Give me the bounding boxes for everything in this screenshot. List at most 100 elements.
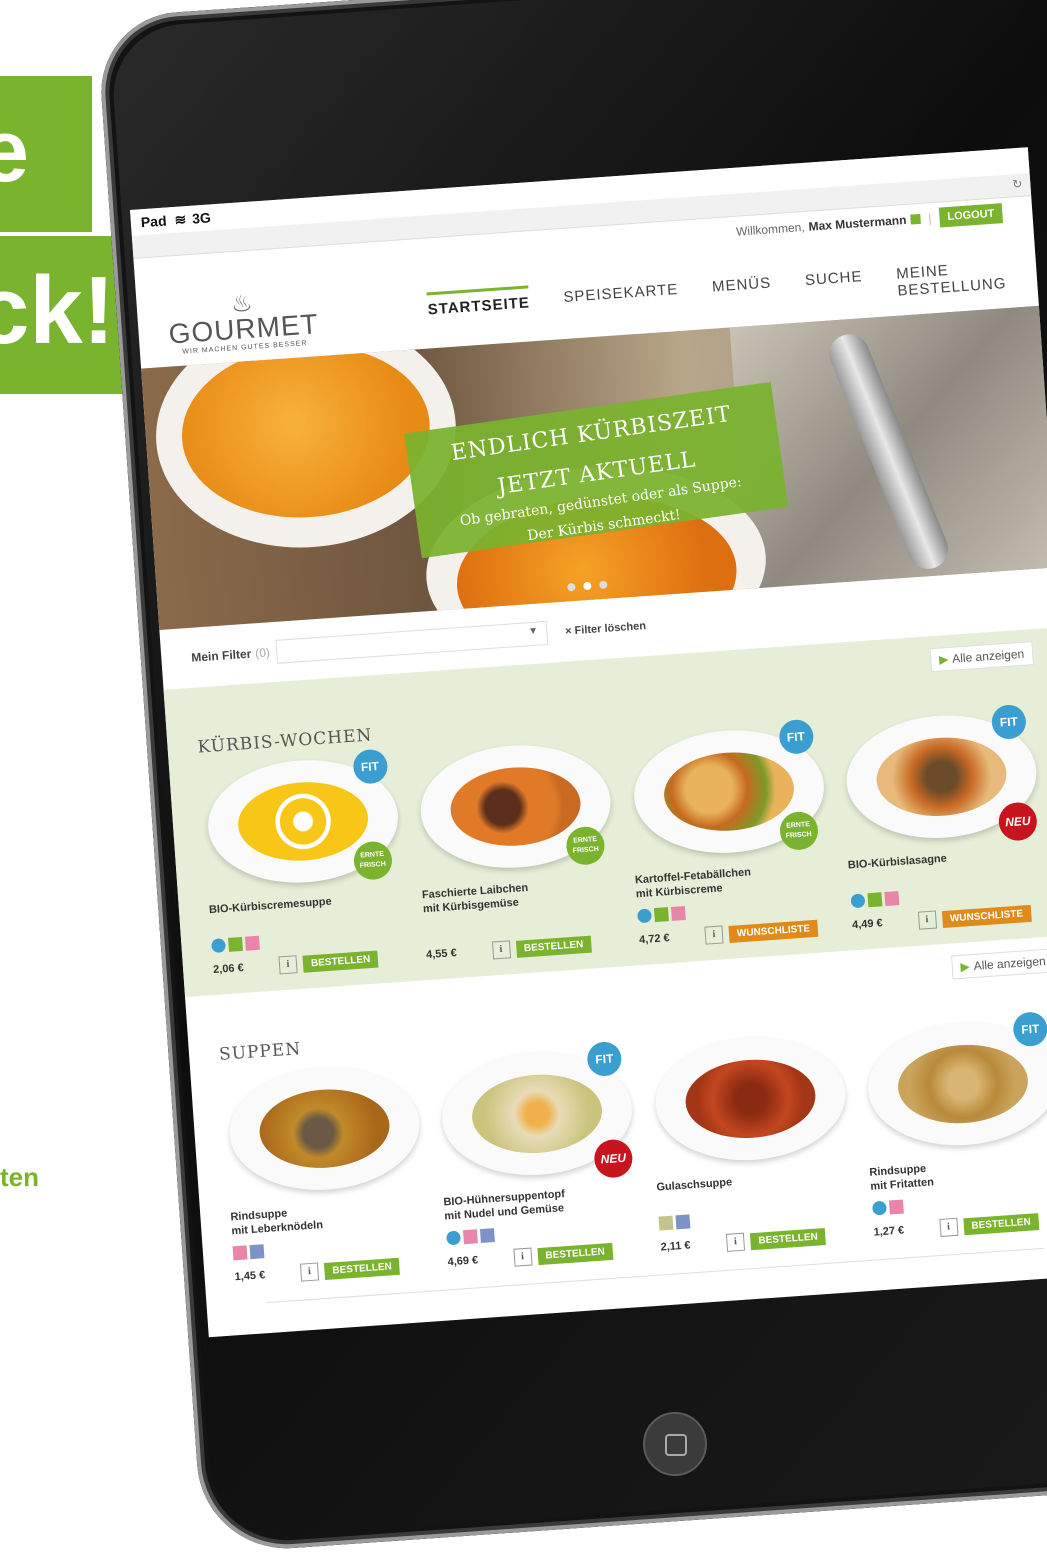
product-price: 1,45 € (234, 1269, 266, 1284)
info-icon[interactable]: i (491, 940, 511, 960)
nav-suche[interactable]: SUCHE (804, 262, 864, 306)
slider-dot[interactable] (599, 580, 608, 590)
nav-menues[interactable]: MENÜS (711, 268, 773, 312)
info-icon[interactable]: i (704, 925, 724, 945)
show-all-label: Alle anzeigen (973, 953, 1047, 973)
home-button[interactable] (643, 1412, 707, 1476)
allergen-icon (675, 1214, 691, 1230)
filter-clear-link[interactable]: × Filter löschen (565, 620, 647, 638)
slider-dot-active[interactable] (583, 581, 592, 591)
allergen-icon (883, 891, 899, 907)
product-actions: 1,45 € i BESTELLEN (234, 1254, 434, 1286)
product-name-line: BIO-Kürbislasagne (847, 852, 948, 872)
allergen-icon (658, 1215, 674, 1231)
product-name: Gulaschsuppe (656, 1167, 857, 1209)
diet-icons (871, 1188, 1047, 1216)
wishlist-button[interactable]: WUNSCHLISTE (941, 904, 1032, 928)
allergen-icon (244, 935, 260, 951)
product-card[interactable]: FIT NEU BIO-Hühnersuppentopf mit Nudel un… (434, 1040, 648, 1272)
product-price: 2,11 € (660, 1239, 691, 1254)
product-image[interactable] (651, 1031, 850, 1167)
info-icon[interactable]: i (512, 1247, 533, 1267)
product-actions: 2,11 € i BESTELLEN (660, 1225, 860, 1257)
chevron-down-icon: ▼ (527, 625, 539, 638)
fit-icon (637, 908, 652, 924)
leaf-icon (228, 936, 243, 952)
product-name-line: mit Fritatten (870, 1176, 935, 1193)
filter-select[interactable]: ▼ (275, 620, 549, 664)
product-price: 4,69 € (447, 1254, 479, 1269)
product-card[interactable]: FIT NEU BIO-Kürbislasagne 4,49 € i WUNSC… (838, 703, 1047, 934)
ernte-frisch-badge-icon: ERNTE FRISCH (565, 825, 606, 867)
slider-dot[interactable] (567, 582, 576, 592)
product-name: Kartoffel-Fetabällchen mit Kürbiscreme (635, 860, 836, 902)
promo-text-top: e (0, 101, 29, 200)
play-icon: ▶ (960, 959, 971, 974)
info-icon[interactable]: i (725, 1232, 746, 1252)
product-price: 4,55 € (425, 947, 458, 962)
product-actions: 4,55 € i BESTELLEN (426, 932, 626, 964)
ernte-frisch-badge-icon: ERNTE FRISCH (778, 810, 819, 852)
info-icon[interactable]: i (278, 955, 298, 975)
product-name-line: BIO-Kürbiscremesuppe (208, 895, 333, 917)
fit-icon (445, 1230, 461, 1246)
section-kuerbis-wochen: ▶ Alle anzeigen KÜRBIS-WOCHEN FIT ERNTE F… (163, 627, 1047, 998)
product-card[interactable]: FIT ERNTE FRISCH BIO-Kürbiscremesuppe 2,… (199, 748, 413, 979)
side-text: ten (0, 1162, 39, 1192)
fit-icon (211, 938, 227, 954)
product-card[interactable]: FIT ERNTE FRISCH Kartoffel-Fetabällchen m… (625, 718, 839, 949)
play-icon: ▶ (938, 652, 949, 667)
nav-speisekarte[interactable]: SPEISEKARTE (562, 275, 679, 323)
reload-icon[interactable]: ↻ (1012, 177, 1023, 192)
info-icon[interactable]: i (917, 910, 937, 930)
logout-button[interactable]: LOGOUT (938, 203, 1004, 228)
product-name: BIO-Kürbiscremesuppe (209, 889, 410, 931)
product-actions: 2,06 € i BESTELLEN (213, 947, 413, 979)
allergen-icon (888, 1199, 904, 1215)
info-icon[interactable]: i (938, 1217, 959, 1237)
product-card[interactable]: ERNTE FRISCH Faschierte Laibchen mit Kürb… (412, 739, 626, 964)
allergen-icon (479, 1228, 495, 1244)
user-name[interactable]: Max Mustermann (808, 213, 907, 234)
info-icon[interactable]: i (299, 1262, 320, 1282)
promo-text-bottom: ck! (0, 257, 115, 364)
order-button[interactable]: BESTELLEN (749, 1227, 827, 1250)
product-price: 1,27 € (873, 1224, 905, 1239)
product-actions: 4,72 € i WUNSCHLISTE (639, 917, 839, 949)
network-label: 3G (191, 209, 212, 227)
product-card[interactable]: Rindsuppe mit Leberknödeln 1,45 € i BESTE… (221, 1061, 435, 1286)
product-card[interactable]: Gulaschsuppe 2,11 € i BESTELLEN (647, 1031, 861, 1256)
product-name: Rindsuppe mit Fritatten (869, 1152, 1047, 1194)
leaf-icon (866, 892, 882, 908)
allergen-icon (670, 905, 686, 921)
wishlist-button[interactable]: WUNSCHLISTE (728, 919, 819, 943)
product-actions: 4,69 € i BESTELLEN (447, 1240, 647, 1272)
allergen-icon (232, 1245, 248, 1261)
order-button[interactable]: BESTELLEN (515, 935, 592, 958)
filter-count: (0) (254, 645, 271, 661)
product-card[interactable]: FIT Rindsuppe mit Fritatten 1,27 € i BEST… (859, 1011, 1047, 1241)
product-price: 2,06 € (212, 961, 245, 977)
tablet-screen: Pad ≋ 3G ↻ Willkommen, Max Mustermann | … (130, 147, 1047, 1338)
product-list: Rindsuppe mit Leberknödeln 1,45 € i BESTE… (221, 1011, 1047, 1286)
section-suppen: ▶ Alle anzeigen SUPPEN Rindsuppe mit Leber… (185, 934, 1047, 1323)
product-price: 4,72 € (638, 932, 671, 947)
product-actions: 4,49 € i WUNSCHLISTE (852, 902, 1047, 934)
logo[interactable]: ♨ GOURMET WIR MACHEN GUTES BESSER (166, 289, 320, 356)
user-dropdown-icon[interactable] (910, 213, 921, 225)
order-button[interactable]: BESTELLEN (962, 1212, 1040, 1235)
nav-startseite[interactable]: STARTSEITE (426, 285, 532, 333)
order-button[interactable]: BESTELLEN (323, 1257, 401, 1280)
wifi-icon: ≋ (173, 210, 187, 228)
order-button[interactable]: BESTELLEN (536, 1242, 614, 1265)
show-all-button[interactable]: ▶ Alle anzeigen (950, 948, 1047, 980)
product-name-line: Gulaschsuppe (656, 1176, 733, 1194)
neu-badge-icon: NEU (997, 801, 1039, 842)
product-image[interactable] (225, 1061, 424, 1197)
nav-meine-bestellung[interactable]: MEINE BESTELLUNG (895, 252, 1008, 300)
product-name: Faschierte Laibchen mit Kürbisgemüse (422, 874, 623, 916)
show-all-button[interactable]: ▶ Alle anzeigen (929, 641, 1034, 673)
product-name: BIO-Kürbislasagne (847, 845, 1047, 887)
order-button[interactable]: BESTELLEN (302, 950, 379, 973)
divider: | (927, 211, 932, 226)
